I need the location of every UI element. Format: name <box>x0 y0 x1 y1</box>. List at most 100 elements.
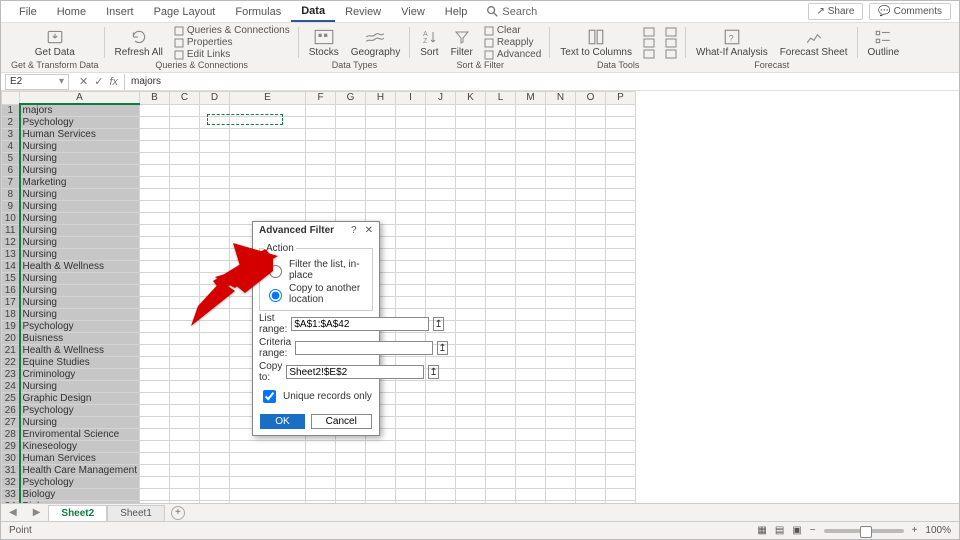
column-header-O[interactable]: O <box>576 92 606 105</box>
cell[interactable] <box>200 321 230 333</box>
row-header[interactable]: 34 <box>2 501 20 504</box>
row-header[interactable]: 2 <box>2 117 20 129</box>
cell[interactable] <box>516 177 546 189</box>
cell[interactable] <box>606 141 636 153</box>
cell[interactable] <box>546 369 576 381</box>
ribbon-refresh-all-button[interactable]: Refresh All <box>111 26 167 60</box>
row-header[interactable]: 20 <box>2 333 20 345</box>
row-header[interactable]: 25 <box>2 393 20 405</box>
cell[interactable] <box>606 285 636 297</box>
cell[interactable] <box>230 453 306 465</box>
row-header[interactable]: 12 <box>2 237 20 249</box>
cell[interactable] <box>140 441 170 453</box>
cell[interactable]: Human Services <box>20 453 140 465</box>
cell[interactable] <box>396 165 426 177</box>
cell[interactable] <box>576 489 606 501</box>
cell[interactable]: Nursing <box>20 249 140 261</box>
cell[interactable] <box>606 333 636 345</box>
cell[interactable] <box>486 201 516 213</box>
cell[interactable] <box>366 501 396 504</box>
cell[interactable] <box>606 117 636 129</box>
column-header-M[interactable]: M <box>516 92 546 105</box>
cell[interactable] <box>396 225 426 237</box>
cell[interactable] <box>170 321 200 333</box>
cell[interactable] <box>140 453 170 465</box>
cell[interactable] <box>336 153 366 165</box>
row-header[interactable]: 9 <box>2 201 20 213</box>
cell[interactable] <box>170 104 200 117</box>
cell[interactable] <box>396 237 426 249</box>
cell[interactable] <box>576 201 606 213</box>
cell[interactable] <box>140 273 170 285</box>
cell[interactable] <box>426 477 456 489</box>
cell[interactable] <box>576 213 606 225</box>
cell[interactable] <box>170 381 200 393</box>
cell[interactable] <box>576 477 606 489</box>
cell[interactable] <box>396 273 426 285</box>
cell[interactable] <box>336 477 366 489</box>
row-header[interactable]: 6 <box>2 165 20 177</box>
cell[interactable]: Biology <box>20 489 140 501</box>
cell[interactable] <box>140 345 170 357</box>
ribbon-stocks-button[interactable]: Stocks <box>305 26 343 60</box>
data-tools-small-1[interactable] <box>640 38 658 48</box>
cell[interactable] <box>576 345 606 357</box>
cell[interactable] <box>576 261 606 273</box>
cell[interactable] <box>200 153 230 165</box>
cell[interactable] <box>426 381 456 393</box>
cell[interactable] <box>200 309 230 321</box>
cell[interactable] <box>170 357 200 369</box>
ribbon-edit-links-button[interactable]: Edit Links <box>171 49 293 60</box>
cancel-formula-icon[interactable]: ✕ <box>79 75 88 88</box>
cell[interactable] <box>170 429 200 441</box>
cell[interactable] <box>486 357 516 369</box>
row-header[interactable]: 24 <box>2 381 20 393</box>
cell[interactable] <box>486 249 516 261</box>
row-header[interactable]: 18 <box>2 309 20 321</box>
cell[interactable] <box>456 321 486 333</box>
cell[interactable] <box>426 285 456 297</box>
cell[interactable] <box>170 309 200 321</box>
cell[interactable] <box>200 141 230 153</box>
cell[interactable] <box>306 453 336 465</box>
criteria-range-picker[interactable]: ↥ <box>437 341 447 355</box>
cell[interactable] <box>486 477 516 489</box>
cell[interactable] <box>426 453 456 465</box>
row-header[interactable]: 21 <box>2 345 20 357</box>
data-tools-small-2[interactable] <box>662 49 680 59</box>
cell[interactable] <box>456 213 486 225</box>
cell[interactable] <box>546 381 576 393</box>
cell[interactable] <box>546 225 576 237</box>
cell[interactable] <box>426 405 456 417</box>
cell[interactable] <box>456 441 486 453</box>
row-header[interactable]: 14 <box>2 261 20 273</box>
tab-formulas[interactable]: Formulas <box>225 3 291 21</box>
cell[interactable] <box>546 441 576 453</box>
cell[interactable] <box>140 117 170 129</box>
cell[interactable] <box>366 189 396 201</box>
row-header[interactable]: 8 <box>2 189 20 201</box>
cell[interactable] <box>200 104 230 117</box>
cell[interactable] <box>456 297 486 309</box>
cell[interactable] <box>140 165 170 177</box>
column-header-I[interactable]: I <box>396 92 426 105</box>
cell[interactable] <box>576 465 606 477</box>
cell[interactable] <box>426 104 456 117</box>
cell[interactable] <box>516 369 546 381</box>
cell[interactable] <box>426 501 456 504</box>
cell[interactable] <box>546 309 576 321</box>
cell[interactable] <box>140 129 170 141</box>
cell[interactable] <box>576 357 606 369</box>
cell[interactable] <box>426 201 456 213</box>
cell[interactable] <box>576 333 606 345</box>
cell[interactable] <box>486 309 516 321</box>
ribbon-outline-button[interactable]: Outline <box>864 26 904 60</box>
fx-icon[interactable]: fx <box>109 76 118 88</box>
row-header[interactable]: 5 <box>2 153 20 165</box>
cell[interactable] <box>426 249 456 261</box>
cell[interactable] <box>336 465 366 477</box>
cell[interactable] <box>230 489 306 501</box>
cell[interactable] <box>486 333 516 345</box>
cell[interactable] <box>576 453 606 465</box>
cell[interactable] <box>606 405 636 417</box>
